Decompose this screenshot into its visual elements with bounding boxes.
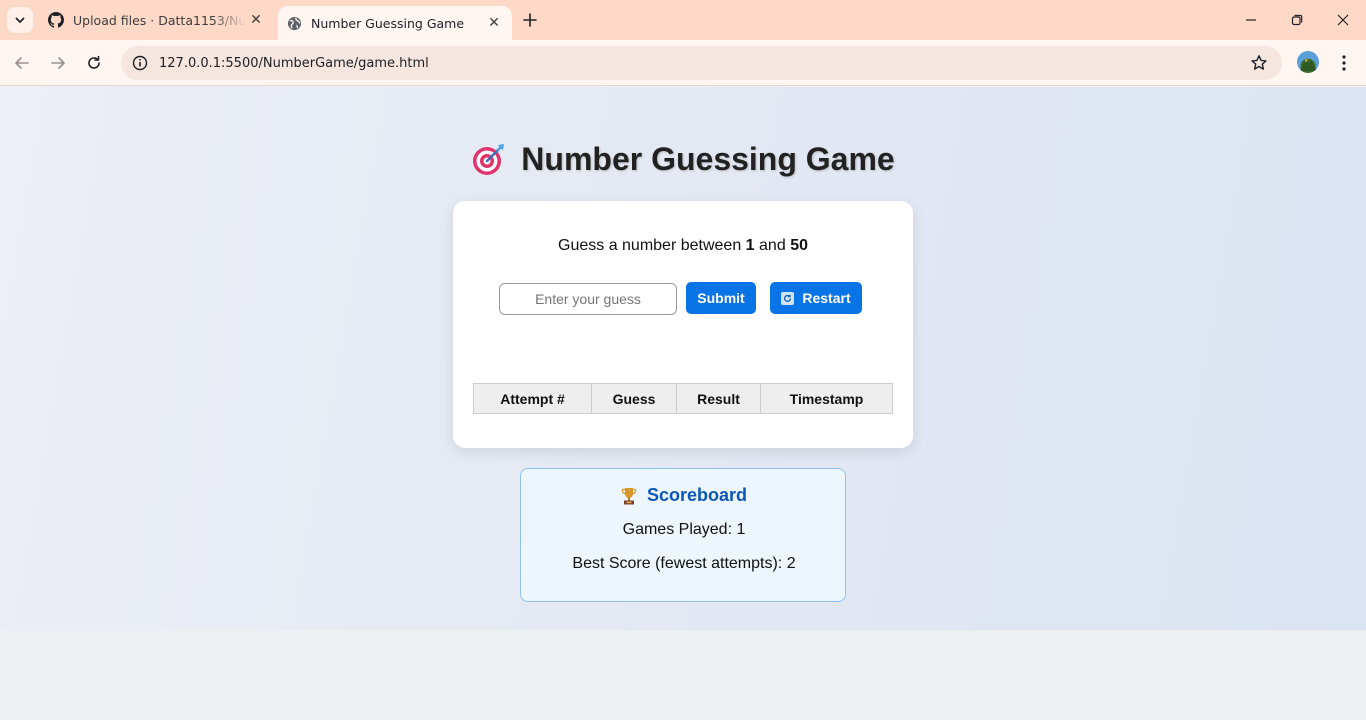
- table-header-row: Attempt # Guess Result Timestamp: [473, 383, 893, 414]
- tab-title: Number Guessing Game: [311, 15, 465, 31]
- scoreboard-panel: Scoreboard Games Played: 1 Best Score (f…: [520, 468, 846, 602]
- minimize-button[interactable]: [1239, 8, 1263, 32]
- col-attempt: Attempt #: [473, 383, 592, 414]
- range-max: 50: [790, 237, 808, 254]
- game-card: Guess a number between 1 and 50 Submit R…: [453, 201, 913, 448]
- more-vertical-icon: [1342, 55, 1346, 71]
- bookmark-star-icon[interactable]: [1250, 54, 1268, 72]
- col-result: Result: [676, 383, 761, 414]
- browser-tab-strip: Upload files · Datta1153/Number ✕ Number…: [0, 0, 1366, 40]
- close-window-button[interactable]: [1331, 8, 1355, 32]
- github-icon: [48, 12, 64, 28]
- refresh-icon: [781, 291, 795, 305]
- forward-button[interactable]: [45, 50, 71, 76]
- close-icon[interactable]: ✕: [246, 10, 266, 30]
- close-icon[interactable]: ✕: [484, 13, 504, 33]
- profile-avatar[interactable]: [1297, 51, 1319, 73]
- prompt-prefix: Guess a number between: [558, 237, 742, 254]
- restore-icon: [1291, 14, 1303, 26]
- page-body: Number Guessing Game Guess a number betw…: [0, 87, 1366, 630]
- attempts-table: Attempt # Guess Result Timestamp: [473, 383, 893, 414]
- minimize-icon: [1246, 19, 1256, 21]
- scoreboard-title-text: Scoreboard: [646, 485, 748, 505]
- plus-icon: [523, 13, 537, 27]
- restore-button[interactable]: [1285, 8, 1309, 32]
- browser-toolbar: 127.0.0.1:5500/NumberGame/game.html: [0, 40, 1366, 86]
- page-footer-area: [0, 630, 1366, 720]
- games-played: Games Played: 1: [622, 521, 746, 538]
- reload-icon: [88, 55, 100, 69]
- new-tab-button[interactable]: [518, 8, 542, 32]
- range-min: 1: [745, 237, 755, 254]
- page-title: Number Guessing Game: [0, 141, 1366, 178]
- reload-button[interactable]: [81, 50, 107, 76]
- col-timestamp: Timestamp: [760, 383, 893, 414]
- submit-label: Submit: [697, 290, 745, 306]
- tab-number-guessing-game[interactable]: Number Guessing Game ✕: [278, 6, 512, 40]
- guess-prompt: Guess a number between 1 and 50: [453, 237, 913, 255]
- globe-icon: [286, 15, 302, 31]
- restart-button[interactable]: Restart: [770, 282, 862, 314]
- tab-search-button[interactable]: [7, 7, 33, 33]
- avatar-image: [1300, 58, 1317, 71]
- address-bar[interactable]: 127.0.0.1:5500/NumberGame/game.html: [121, 46, 1282, 80]
- arrow-right-icon: [51, 57, 65, 69]
- scoreboard-title: Scoreboard: [521, 485, 847, 506]
- page-title-text: Number Guessing Game: [521, 141, 895, 177]
- submit-button[interactable]: Submit: [686, 282, 756, 314]
- url-text: 127.0.0.1:5500/NumberGame/game.html: [159, 55, 429, 71]
- close-icon: [1337, 14, 1349, 26]
- arrow-left-icon: [15, 57, 29, 69]
- back-button[interactable]: [9, 50, 35, 76]
- browser-menu-button[interactable]: [1334, 51, 1354, 75]
- best-score: Best Score (fewest attempts): 2: [572, 555, 796, 572]
- target-dart-icon: [473, 143, 505, 175]
- prompt-and: and: [759, 237, 786, 254]
- tab-upload-files[interactable]: Upload files · Datta1153/Number ✕: [38, 0, 274, 40]
- guess-input[interactable]: [499, 283, 677, 315]
- col-guess: Guess: [591, 383, 677, 414]
- chevron-down-icon: [15, 17, 25, 23]
- site-info-icon[interactable]: [123, 46, 157, 80]
- restart-label: Restart: [802, 290, 851, 306]
- tab-title: Upload files · Datta1153/Number: [73, 12, 246, 28]
- trophy-icon: [621, 487, 637, 504]
